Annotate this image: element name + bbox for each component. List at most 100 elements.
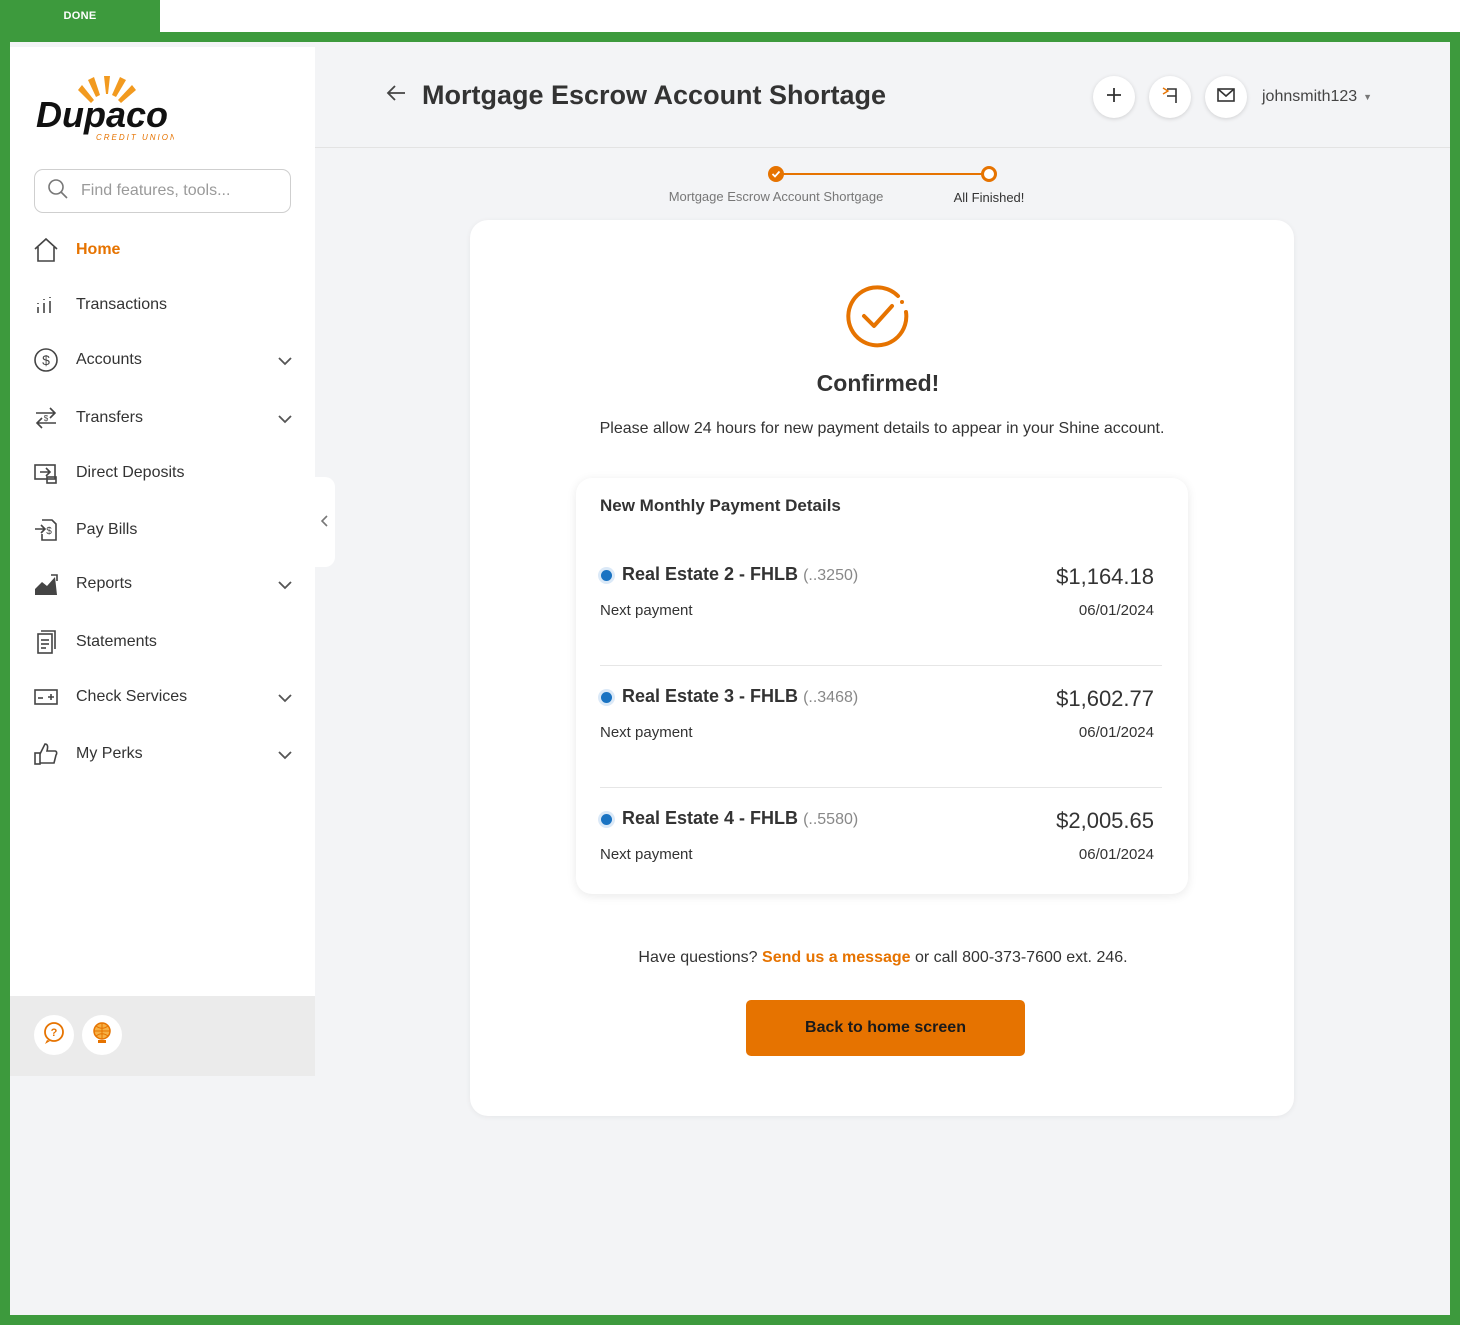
step-current-icon	[981, 166, 997, 182]
username: johnsmith123	[1262, 88, 1358, 105]
user-menu[interactable]: johnsmith123 ▼	[1262, 88, 1372, 106]
next-payment-date: 06/01/2024	[1078, 724, 1154, 741]
account-name: Real Estate 3 - FHLB (..3468)	[622, 686, 858, 707]
confirmation-title: Confirmed!	[816, 370, 940, 396]
sidebar: Dupaco CREDIT UNION Home Transactions	[10, 47, 315, 1076]
next-payment-label: Next payment	[600, 602, 693, 619]
sidebar-item-direct-deposits[interactable]: Direct Deposits	[32, 453, 294, 493]
caret-down-icon: ▼	[1363, 92, 1373, 102]
payment-amount: $1,602.77	[1056, 686, 1154, 711]
confirmation-message: Please allow 24 hours for new payment de…	[599, 420, 1165, 437]
details-title: New Monthly Payment Details	[600, 496, 841, 515]
sidebar-item-label: Accounts	[76, 351, 142, 368]
svg-text:$: $	[46, 526, 52, 537]
help-button[interactable]: ?	[34, 1015, 74, 1055]
mail-icon	[1216, 85, 1236, 110]
status-tab: DONE	[0, 0, 160, 32]
globe-button[interactable]	[82, 1015, 122, 1055]
svg-text:?: ?	[51, 1027, 58, 1039]
svg-text:$: $	[44, 414, 49, 423]
list-item: Real Estate 4 - FHLB (..5580) $2,005.65 …	[600, 788, 1162, 910]
check-icon	[32, 683, 60, 711]
transfer-flag-icon	[1160, 85, 1180, 110]
sidebar-item-label: Reports	[76, 575, 133, 592]
sidebar-item-pay-bills[interactable]: $ Pay Bills	[32, 510, 294, 550]
progress-stepper: Mortgage Escrow Account Shortgage All Fi…	[650, 164, 1050, 214]
chevron-down-icon[interactable]	[278, 690, 292, 708]
sidebar-item-label: Statements	[76, 633, 157, 650]
back-to-home-button[interactable]: Back to home screen	[746, 1000, 1025, 1056]
search-icon	[47, 178, 69, 205]
sidebar-item-label: My Perks	[76, 745, 143, 762]
sidebar-footer: ?	[10, 996, 315, 1076]
sidebar-item-check-services[interactable]: Check Services	[32, 677, 294, 717]
add-button[interactable]	[1093, 76, 1135, 118]
sidebar-item-label: Pay Bills	[76, 521, 138, 538]
account-name: Real Estate 4 - FHLB (..5580)	[622, 808, 858, 829]
next-payment-date: 06/01/2024	[1078, 602, 1154, 619]
sidebar-item-label: Check Services	[76, 688, 188, 705]
page-title: Mortgage Escrow Account Shortage	[422, 80, 887, 110]
quick-transfer-button[interactable]	[1149, 76, 1191, 118]
sidebar-item-my-perks[interactable]: My Perks	[32, 734, 294, 774]
sidebar-item-transactions[interactable]: Transactions	[32, 285, 294, 325]
search-input[interactable]	[81, 182, 281, 200]
dollar-circle-icon: $	[32, 346, 60, 374]
sidebar-item-reports[interactable]: Reports	[32, 564, 294, 604]
payment-amount: $2,005.65	[1056, 808, 1154, 833]
statements-icon	[32, 628, 60, 656]
chevron-down-icon[interactable]	[278, 747, 292, 765]
help-suffix: or call 800-373-7600 ext. 246.	[915, 949, 1128, 966]
chart-icon	[32, 570, 60, 598]
transfer-arrows-icon: $	[32, 404, 60, 432]
help-text: Have questions? Send us a message or cal…	[470, 949, 1296, 967]
direct-deposit-icon	[32, 459, 60, 487]
account-dot-icon	[601, 692, 612, 703]
plus-icon	[1104, 85, 1124, 110]
back-arrow-icon[interactable]	[385, 82, 407, 109]
check-circle-icon	[844, 282, 912, 355]
sidebar-item-home[interactable]: Home	[32, 230, 294, 270]
account-title: Real Estate 2 - FHLB	[622, 564, 799, 584]
account-number: (..5580)	[803, 811, 859, 828]
globe-icon	[90, 1021, 114, 1050]
sidebar-item-label: Transactions	[76, 296, 167, 313]
transactions-icon	[32, 291, 60, 319]
account-number: (..3250)	[803, 567, 859, 584]
chevron-down-icon[interactable]	[278, 353, 292, 371]
pay-bills-icon: $	[32, 516, 60, 544]
step-complete-icon	[768, 166, 784, 182]
chevron-down-icon[interactable]	[278, 577, 292, 595]
account-name: Real Estate 2 - FHLB (..3250)	[622, 564, 858, 585]
app-frame: Dupaco CREDIT UNION Home Transactions	[0, 32, 1460, 1325]
account-title: Real Estate 4 - FHLB	[622, 808, 799, 828]
payment-details-panel: New Monthly Payment Details Real Estate …	[576, 478, 1188, 894]
account-number: (..3468)	[803, 689, 859, 706]
svg-text:$: $	[42, 352, 50, 368]
next-payment-label: Next payment	[600, 846, 693, 863]
sidebar-item-accounts[interactable]: $ Accounts	[32, 340, 294, 380]
search-box[interactable]	[34, 169, 291, 213]
help-icon: ?	[42, 1021, 66, 1050]
confirmation-card: Confirmed! Please allow 24 hours for new…	[470, 220, 1294, 1116]
step-label: Mortgage Escrow Account Shortgage	[668, 189, 884, 204]
sidebar-collapse-toggle[interactable]	[315, 477, 335, 567]
chevron-left-icon	[320, 514, 329, 530]
sidebar-item-transfers[interactable]: $ Transfers	[32, 398, 294, 438]
stepper-line	[776, 173, 990, 175]
messages-button[interactable]	[1205, 76, 1247, 118]
send-message-link[interactable]: Send us a message	[762, 949, 911, 966]
payment-amount: $1,164.18	[1056, 564, 1154, 589]
account-dot-icon	[601, 570, 612, 581]
account-dot-icon	[601, 814, 612, 825]
chevron-down-icon[interactable]	[278, 411, 292, 429]
next-payment-label: Next payment	[600, 724, 693, 741]
help-prefix: Have questions?	[638, 949, 758, 966]
dupaco-logo[interactable]: Dupaco CREDIT UNION	[34, 72, 176, 147]
account-title: Real Estate 3 - FHLB	[622, 686, 799, 706]
step-label: All Finished!	[953, 190, 1025, 205]
list-item: Real Estate 3 - FHLB (..3468) $1,602.77 …	[600, 666, 1162, 788]
sidebar-item-label: Transfers	[76, 409, 143, 426]
sidebar-item-statements[interactable]: Statements	[32, 622, 294, 662]
svg-text:CREDIT UNION: CREDIT UNION	[96, 133, 174, 142]
